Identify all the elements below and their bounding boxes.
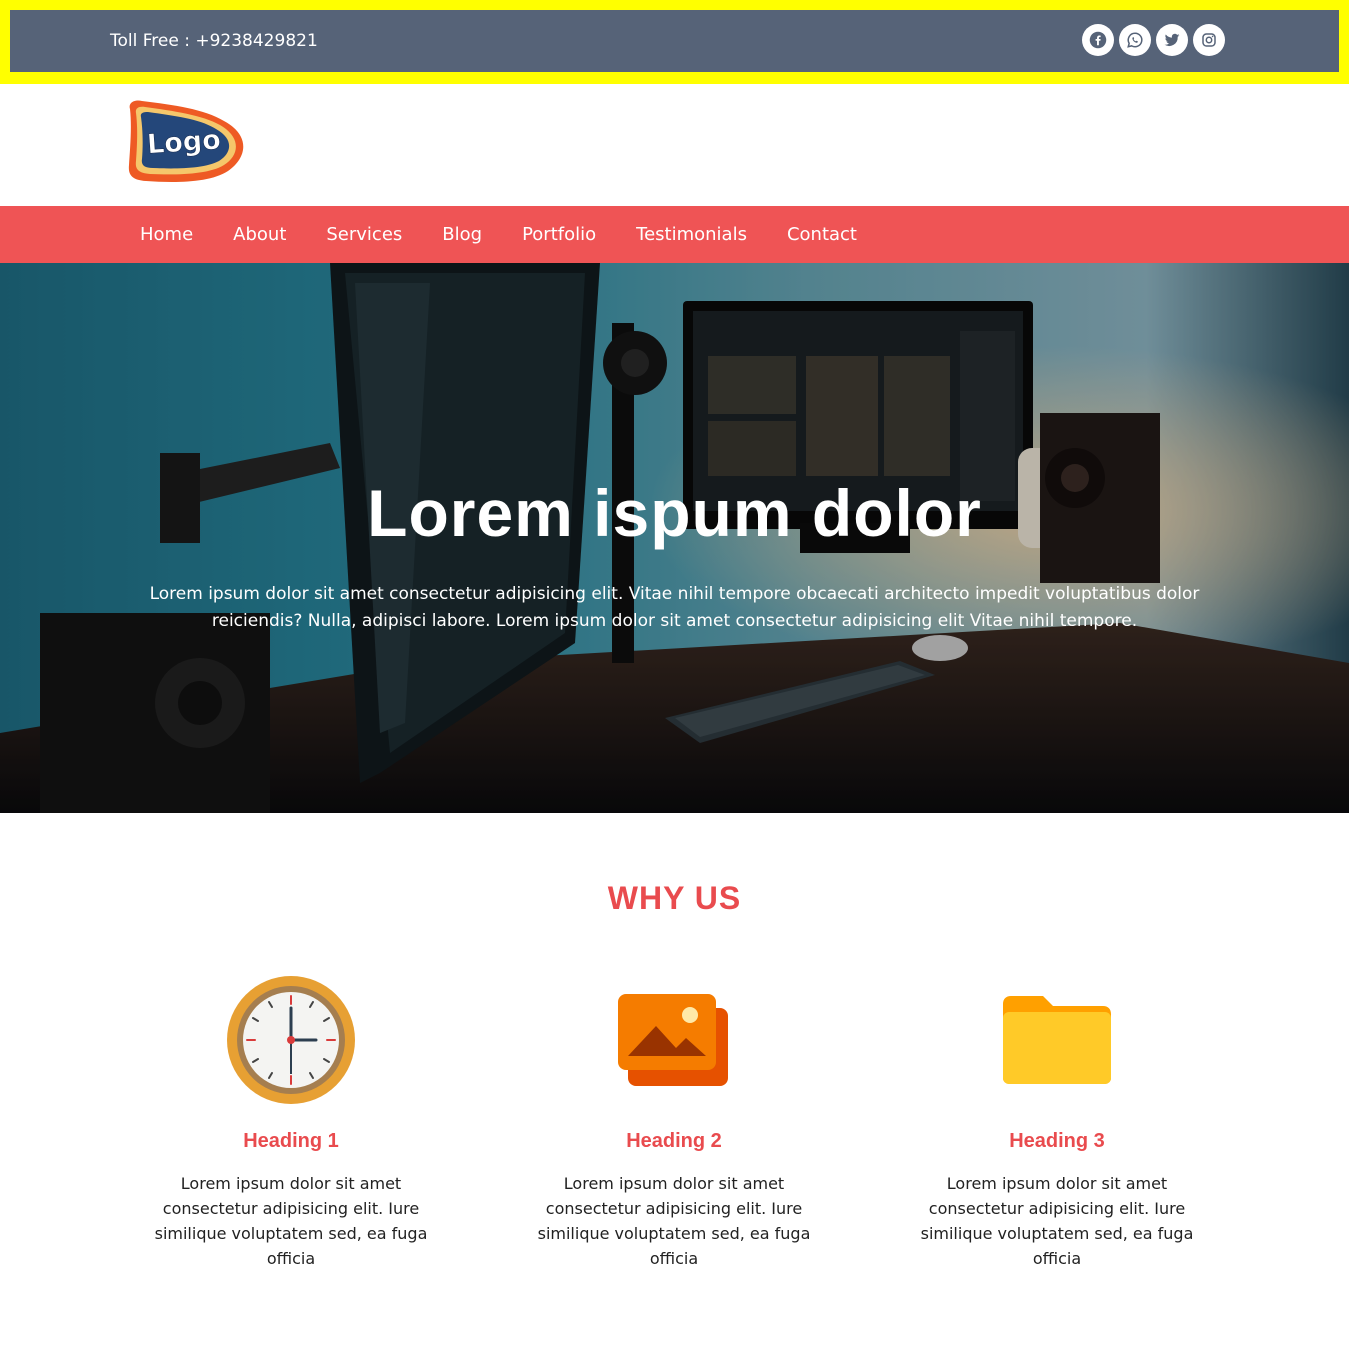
why-us-title: WHY US — [607, 880, 742, 916]
nav-item-blog[interactable]: Blog — [422, 206, 502, 263]
nav-item-home[interactable]: Home — [120, 206, 213, 263]
feature-heading-1: Heading 1 — [243, 1130, 339, 1152]
nav-item-testimonials[interactable]: Testimonials — [616, 206, 767, 263]
feature-card-2: Heading 2 Lorem ipsum dolor sit amet con… — [529, 970, 819, 1271]
instagram-link[interactable] — [1193, 24, 1225, 56]
whatsapp-icon — [1127, 32, 1143, 48]
topbar-highlight: Toll Free : +9238429821 — [0, 0, 1349, 84]
topbar: Toll Free : +9238429821 — [10, 10, 1339, 72]
feature-card-3: Heading 3 Lorem ipsum dolor sit amet con… — [912, 970, 1202, 1271]
feature-text-3: Lorem ipsum dolor sit amet consectetur a… — [920, 1174, 1194, 1268]
clock-icon — [227, 976, 355, 1104]
feature-text-1: Lorem ipsum dolor sit amet consectetur a… — [154, 1174, 428, 1268]
hero-banner: Lorem ispum dolor Lorem ipsum dolor sit … — [0, 263, 1349, 813]
folder-icon — [1003, 996, 1111, 1084]
instagram-icon — [1202, 33, 1216, 47]
feature-heading-3: Heading 3 — [1009, 1130, 1105, 1152]
feature-heading-2: Heading 2 — [626, 1130, 722, 1152]
nav-item-about[interactable]: About — [213, 206, 306, 263]
nav-item-services[interactable]: Services — [306, 206, 422, 263]
feature-card-1: Heading 1 Lorem ipsum dolor sit amet con… — [146, 970, 436, 1271]
facebook-link[interactable] — [1082, 24, 1114, 56]
nav-item-portfolio[interactable]: Portfolio — [502, 206, 616, 263]
hero-title: Lorem ispum dolor — [367, 476, 982, 550]
twitter-icon — [1164, 33, 1180, 47]
logo[interactable]: Logo — [124, 99, 248, 183]
facebook-icon — [1089, 31, 1107, 49]
twitter-link[interactable] — [1156, 24, 1188, 56]
logo-text: Logo — [146, 124, 222, 160]
hero-subtitle: Lorem ipsum dolor sit amet consectetur a… — [149, 584, 1200, 631]
social-links — [1082, 24, 1225, 56]
main-nav: Home About Services Blog Portfolio Testi… — [0, 206, 1349, 263]
whatsapp-link[interactable] — [1119, 24, 1151, 56]
nav-item-contact[interactable]: Contact — [767, 206, 877, 263]
toll-free-text: Toll Free : +9238429821 — [110, 31, 318, 51]
logo-area: Logo — [0, 84, 1349, 206]
feature-text-2: Lorem ipsum dolor sit amet consectetur a… — [537, 1174, 811, 1268]
image-gallery-icon — [618, 994, 728, 1086]
